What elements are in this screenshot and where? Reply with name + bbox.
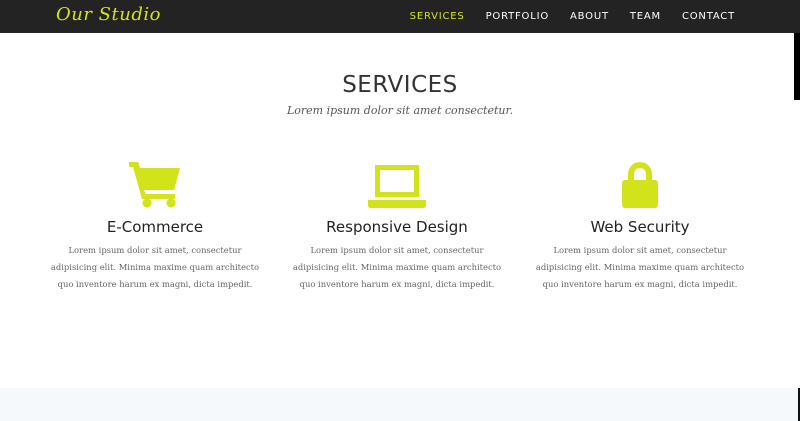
service-card-ecommerce: E-Commerce Lorem ipsum dolor sit amet, c… — [40, 160, 270, 293]
service-card-responsive-design: Responsive Design Lorem ipsum dolor sit … — [282, 160, 512, 293]
service-description: Lorem ipsum dolor sit amet, consectetur … — [292, 245, 502, 289]
service-title: Web Security — [590, 218, 690, 236]
service-title: Responsive Design — [326, 218, 468, 236]
next-section-band — [0, 388, 800, 421]
services-subheading: Lorem ipsum dolor sit amet consectetur. — [286, 104, 514, 117]
nav-item-portfolio[interactable]: PORTFOLIO — [486, 11, 549, 22]
nav-item-services[interactable]: SERVICES — [410, 11, 465, 22]
shopping-cart-icon — [40, 160, 270, 216]
services-heading: SERVICES — [342, 72, 458, 98]
laptop-icon — [282, 160, 512, 216]
nav-item-contact[interactable]: CONTACT — [682, 11, 735, 22]
service-description: Lorem ipsum dolor sit amet, consectetur … — [50, 245, 260, 289]
service-card-web-security: Web Security Lorem ipsum dolor sit amet,… — [525, 160, 755, 293]
nav-item-about[interactable]: ABOUT — [570, 11, 609, 22]
service-description: Lorem ipsum dolor sit amet, consectetur … — [535, 245, 745, 289]
brand-logo[interactable]: Our Studio — [56, 4, 161, 25]
top-navbar: Our Studio SERVICES PORTFOLIO ABOUT TEAM… — [0, 0, 800, 33]
lock-icon — [525, 160, 755, 216]
nav-item-team[interactable]: TEAM — [630, 11, 661, 22]
service-title: E-Commerce — [106, 218, 204, 236]
main-nav: SERVICES PORTFOLIO ABOUT TEAM CONTACT — [410, 0, 735, 33]
